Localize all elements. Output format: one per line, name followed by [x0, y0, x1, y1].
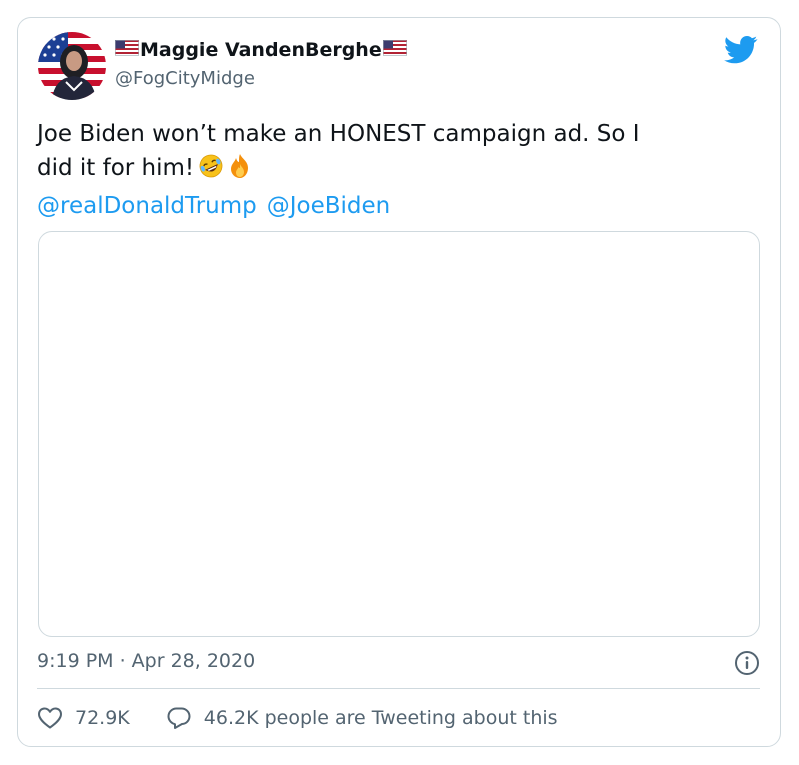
author-handle[interactable]: @FogCityMidge	[115, 68, 255, 89]
tweet-text-fragment: did it for him!	[37, 155, 195, 181]
mentions-line: @realDonaldTrump @JoeBiden	[37, 189, 757, 223]
author-display-name: Maggie VandenBerghe	[140, 39, 382, 61]
us-flag-icon	[382, 39, 407, 61]
avatar[interactable]	[38, 32, 106, 100]
reply-bubble-icon	[167, 707, 191, 729]
author-name-row[interactable]: Maggie VandenBerghe	[114, 38, 408, 62]
fire-icon	[228, 153, 252, 189]
tweet-actions: 72.9K 46.2K people are Tweeting about th…	[37, 706, 558, 730]
tweet-card[interactable]: Maggie VandenBerghe @FogCityMidge Joe Bi…	[17, 17, 781, 747]
conversation-button[interactable]: 46.2K people are Tweeting about this	[166, 706, 558, 730]
info-icon[interactable]	[734, 650, 760, 676]
conversation-text: 46.2K people are Tweeting about this	[203, 707, 558, 729]
twitter-bird-icon[interactable]	[723, 36, 758, 64]
us-flag-icon	[115, 39, 139, 61]
rolling-on-floor-laughing-icon	[198, 153, 224, 189]
mention-link[interactable]: @JoeBiden	[267, 193, 391, 219]
like-button[interactable]: 72.9K	[37, 706, 130, 730]
like-count: 72.9K	[75, 707, 130, 729]
heart-icon	[38, 707, 62, 729]
tweet-text: Joe Biden won’t make an HONEST campaign …	[37, 117, 757, 223]
media-embed[interactable]	[38, 231, 760, 637]
tweet-text-line: Joe Biden won’t make an HONEST campaign …	[37, 121, 640, 147]
divider	[37, 688, 760, 689]
timestamp[interactable]: 9:19 PM · Apr 28, 2020	[37, 650, 255, 672]
tweet-text-line: did it for him!	[37, 151, 757, 189]
mention-link[interactable]: @realDonaldTrump	[37, 193, 257, 219]
